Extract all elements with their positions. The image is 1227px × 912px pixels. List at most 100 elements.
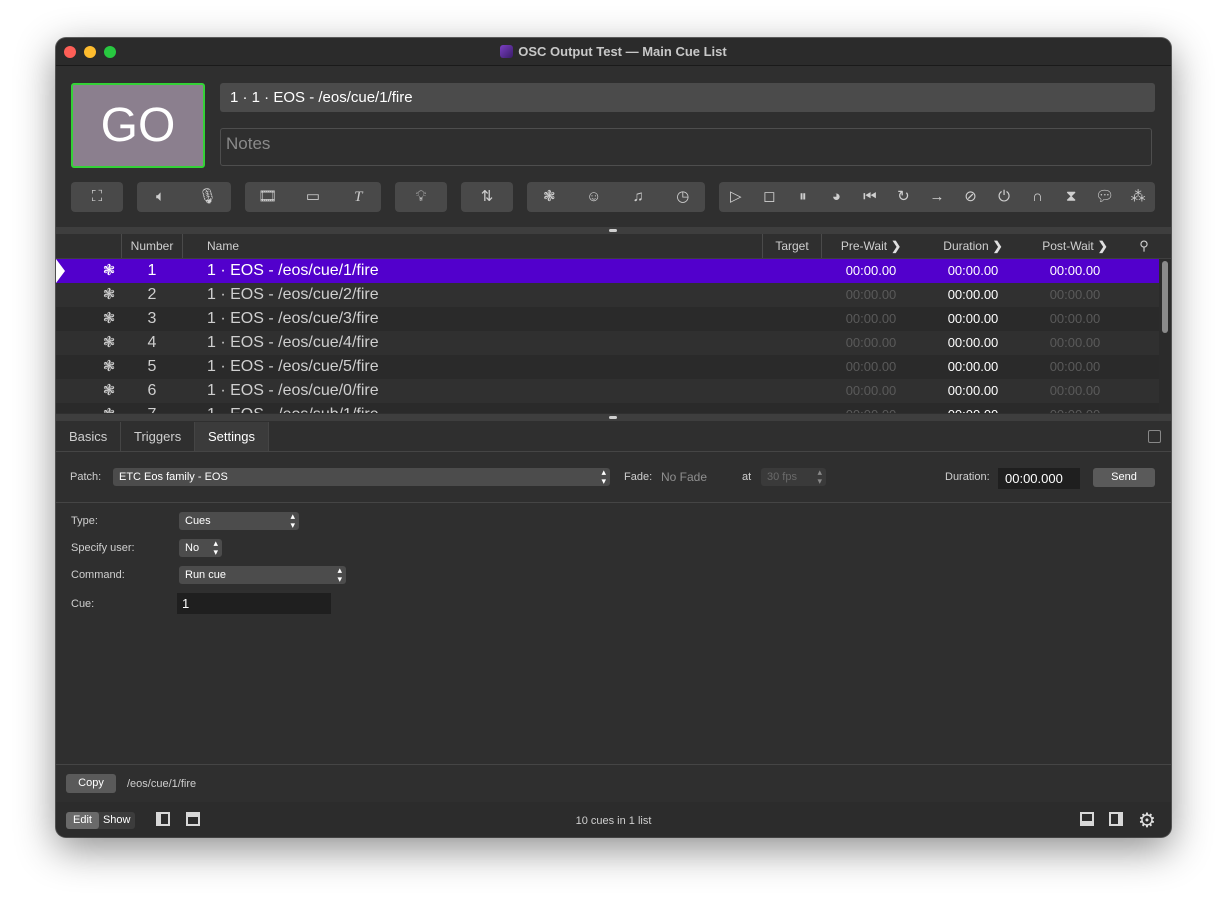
send-button[interactable]: Send	[1093, 468, 1155, 487]
stop-icon[interactable]: ◻	[754, 182, 784, 212]
cue-row[interactable]: ❃ 7 1 · EOS - /eos/sub/1/fire 00:00.00 0…	[56, 403, 1159, 413]
cue-postwait: 00:00.00	[1049, 383, 1101, 398]
playhead-icon	[56, 259, 65, 283]
toolbar-group-light: 💡︎	[395, 182, 447, 212]
cue-duration: 00:00.00	[947, 311, 999, 326]
osc-path: /eos/cue/1/fire	[127, 778, 197, 790]
arm-icon[interactable]: ⊘	[955, 182, 985, 212]
network-cue-icon: ❃	[102, 334, 116, 351]
settings-bar: Patch: ETC Eos family - EOS ▴ ▾ Fade: No …	[56, 452, 1171, 503]
cue-row[interactable]: ❃ 4 1 · EOS - /eos/cue/4/fire 00:00.00 0…	[56, 331, 1159, 355]
current-cue-name[interactable]: 1 · 1 · EOS - /eos/cue/1/fire	[220, 83, 1155, 112]
disarm-icon[interactable]: ⏻	[989, 182, 1019, 212]
toolbar-group-utility: ▷ ◻ ⏸︎ ◕ ⏮︎ ↻ → ⊘ ⏻ ∩ ⧗ 💬︎ ⁂	[719, 182, 1155, 212]
toolbar-group-fullscreen: ⛶	[71, 182, 123, 212]
cue-prewait: 00:00.00	[845, 359, 897, 374]
cue-prewait: 00:00.00	[845, 287, 897, 302]
cue-number: 7	[122, 403, 182, 413]
cue-row[interactable]: ❃ 3 1 · EOS - /eos/cue/3/fire 00:00.00 0…	[56, 307, 1159, 331]
cue-number-field[interactable]: 1	[177, 593, 331, 614]
window-title-text: OSC Output Test — Main Cue List	[518, 44, 727, 59]
cue-duration: 00:00.00	[947, 287, 999, 302]
toggle-inspector-icon[interactable]	[1080, 812, 1094, 826]
cue-list-scrollbar[interactable]	[1159, 259, 1171, 413]
column-target[interactable]: Target	[763, 234, 821, 258]
splitter-grip[interactable]	[609, 229, 617, 232]
load-icon[interactable]: ◕	[821, 182, 851, 212]
splitter-grip[interactable]	[609, 416, 617, 419]
fps-select[interactable]: 30 fps ▴ ▾	[761, 468, 826, 486]
cue-duration: 00:00.00	[928, 403, 1018, 413]
cue-number: 1	[147, 262, 157, 279]
midi-icon[interactable]: ☺	[579, 182, 609, 212]
specify-user-select[interactable]: No ▴ ▾	[179, 539, 222, 557]
settings-gear-icon[interactable]: ⚙	[1138, 808, 1156, 833]
duration-field[interactable]: 00:00.000	[998, 468, 1080, 489]
wait-icon[interactable]: ⧗	[1056, 182, 1086, 212]
reset-icon[interactable]: ⏮︎	[855, 182, 885, 212]
continue-mode-icon[interactable]: ⚲	[1136, 234, 1152, 258]
group-icon[interactable]: ⁂	[1123, 182, 1153, 212]
column-name[interactable]: Name	[207, 234, 239, 258]
pause-icon[interactable]: ⏸︎	[788, 182, 818, 212]
tab-settings[interactable]: Settings	[195, 422, 269, 451]
network-icon[interactable]: ❃	[534, 182, 564, 212]
memo-icon[interactable]: 💬︎	[1090, 182, 1120, 212]
fade-icon[interactable]: ⇅	[472, 182, 502, 212]
target-icon[interactable]: →	[922, 182, 952, 212]
cue-prewait: 00:00.00	[845, 263, 897, 278]
cue-number: 3	[147, 310, 157, 327]
camera-icon[interactable]: ▭	[298, 182, 328, 212]
scrollbar-thumb[interactable]	[1162, 261, 1168, 333]
qlab-app-icon	[500, 45, 514, 58]
music-icon[interactable]: ♫	[623, 182, 653, 212]
cue-name: 1 · EOS - /eos/cue/0/fire	[207, 382, 379, 399]
column-duration[interactable]: Duration ❯	[928, 234, 1018, 258]
notes-field[interactable]: Notes	[220, 128, 1152, 166]
type-select[interactable]: Cues ▴ ▾	[179, 512, 299, 530]
command-select[interactable]: Run cue ▴ ▾	[179, 566, 346, 584]
type-label: Type:	[71, 515, 98, 527]
column-duration-label: Duration	[943, 239, 989, 253]
light-icon[interactable]: 💡︎	[406, 182, 436, 212]
cue-row[interactable]: ❃ 2 1 · EOS - /eos/cue/2/fire 00:00.00 0…	[56, 283, 1159, 307]
network-cue-icon: ❃	[102, 358, 116, 375]
timecode-icon[interactable]: ◷	[668, 182, 698, 212]
tab-basics[interactable]: Basics	[56, 422, 122, 451]
go-button[interactable]: GO	[71, 83, 205, 168]
start-icon[interactable]: ▷	[721, 182, 751, 212]
patch-select[interactable]: ETC Eos family - EOS ▴ ▾	[113, 468, 610, 486]
cue-postwait: 00:00.00	[1049, 263, 1101, 278]
mic-icon[interactable]: 🎙︎	[193, 182, 223, 212]
cue-row[interactable]: ❃ 1 1 · EOS - /eos/cue/1/fire 00:00.00 0…	[56, 259, 1159, 283]
column-postwait[interactable]: Post-Wait ❯	[1030, 234, 1120, 258]
cue-row[interactable]: ❃ 6 1 · EOS - /eos/cue/0/fire 00:00.00 0…	[56, 379, 1159, 403]
chevron-right-icon: ❯	[992, 239, 1003, 253]
copy-button[interactable]: Copy	[66, 774, 116, 793]
column-number[interactable]: Number	[122, 234, 182, 258]
cue-row[interactable]: ❃ 5 1 · EOS - /eos/cue/5/fire 00:00.00 0…	[56, 355, 1159, 379]
top-splitter[interactable]	[56, 227, 1171, 234]
fullscreen-icon[interactable]: ⛶	[82, 182, 112, 212]
specify-user-label: Specify user:	[71, 542, 135, 554]
video-icon[interactable]: 🎞︎	[253, 182, 283, 212]
devamp-icon[interactable]: ∩	[1023, 182, 1053, 212]
cue-postwait: 00:00.00	[1049, 359, 1101, 374]
text-icon[interactable]: T	[343, 182, 373, 212]
cue-prewait: 00:00.00	[845, 311, 897, 326]
chevron-right-icon: ❯	[1097, 239, 1108, 253]
updown-arrows-icon: ▴ ▾	[817, 467, 822, 486]
inspector-splitter[interactable]	[56, 414, 1171, 421]
toggle-lists-panel-icon[interactable]	[1109, 812, 1123, 826]
cue-number: 2	[147, 286, 157, 303]
network-cue-icon: ❃	[102, 286, 116, 303]
audio-icon[interactable]: 🔈︎	[146, 182, 176, 212]
goto-icon[interactable]: ↻	[888, 182, 918, 212]
tab-triggers[interactable]: Triggers	[121, 422, 196, 451]
at-label: at	[742, 471, 752, 483]
type-select-value: Cues	[185, 515, 211, 527]
cue-prewait: 00:00.00	[845, 383, 897, 398]
command-label: Command:	[71, 569, 125, 581]
popout-icon[interactable]	[1148, 430, 1161, 443]
column-prewait[interactable]: Pre-Wait ❯	[826, 234, 916, 258]
